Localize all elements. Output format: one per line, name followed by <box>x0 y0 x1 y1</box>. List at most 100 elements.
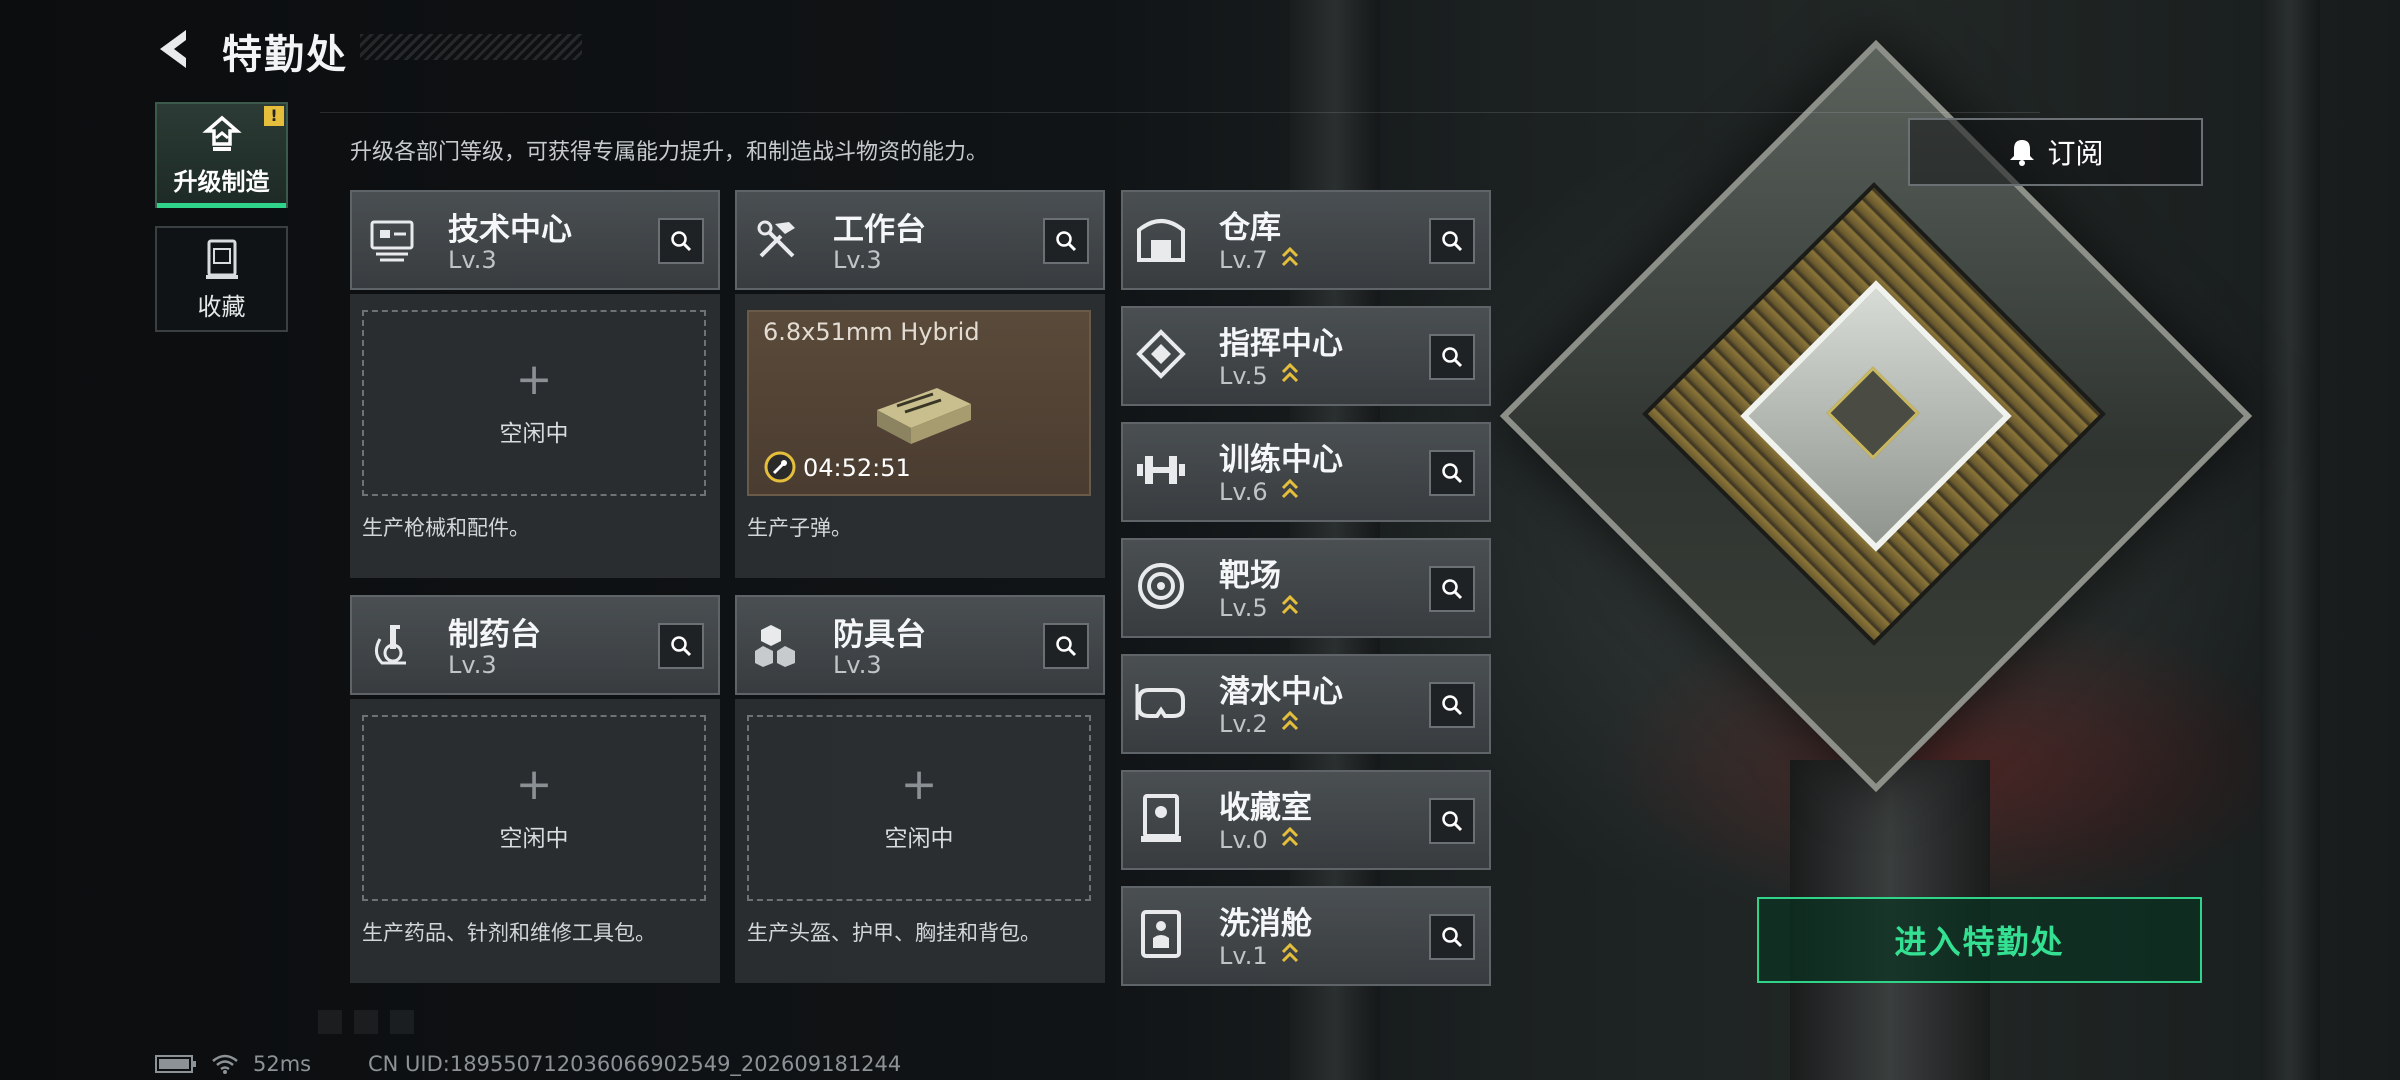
page-description: 升级各部门等级，可获得专属能力提升，和制造战斗物资的能力。 <box>350 140 989 165</box>
search-button[interactable] <box>1429 450 1475 496</box>
upgrade-chevron-icon <box>1281 942 1299 963</box>
bell-icon <box>2010 140 2035 166</box>
workshop-header-pharmacy[interactable]: 制药台 Lv.3 <box>350 595 720 695</box>
search-icon <box>671 231 692 252</box>
subscribe-button[interactable]: 订阅 <box>1908 118 2203 186</box>
corner-decoration <box>318 1010 418 1034</box>
alert-badge: ! <box>264 106 284 126</box>
plus-icon: + <box>515 354 553 405</box>
search-button[interactable] <box>1429 218 1475 264</box>
search-button[interactable] <box>1043 218 1089 264</box>
search-button[interactable] <box>1429 914 1475 960</box>
tab-collection[interactable]: 收藏 <box>155 226 288 332</box>
search-button[interactable] <box>1429 798 1475 844</box>
workshop-level: Lv.3 <box>448 246 497 274</box>
search-button[interactable] <box>658 623 704 669</box>
status-bar: 52ms <box>155 1052 311 1076</box>
search-icon <box>1056 231 1077 252</box>
search-icon <box>671 636 692 657</box>
back-button[interactable] <box>152 26 198 72</box>
battery-icon <box>155 1055 196 1073</box>
workshop-header-tech-center[interactable]: 技术中心 Lv.3 <box>350 190 720 290</box>
workshop-body-tech-center: + 空闲中 生产枪械和配件。 <box>350 294 720 578</box>
target-icon <box>1138 563 1184 609</box>
plus-icon: + <box>900 759 938 810</box>
workshop-name: 防具台 <box>833 617 926 653</box>
facility-warehouse[interactable]: 仓库 Lv.7 <box>1121 190 1491 290</box>
idle-slot[interactable]: + 空闲中 <box>747 715 1091 901</box>
workshop-header-armor-bench[interactable]: 防具台 Lv.3 <box>735 595 1105 695</box>
back-arrow-icon <box>160 30 186 68</box>
workshop-description: 生产子弹。 <box>747 516 852 540</box>
workshop-header-workbench[interactable]: 工作台 Lv.3 <box>735 190 1105 290</box>
workshop-body-pharmacy: + 空闲中 生产药品、针剂和维修工具包。 <box>350 699 720 983</box>
upgrade-chevron-icon <box>1281 362 1299 383</box>
idle-slot[interactable]: + 空闲中 <box>362 310 706 496</box>
collection-icon <box>205 239 238 279</box>
upgrade-chevron-icon <box>1281 826 1299 847</box>
tech-center-icon <box>370 220 414 262</box>
search-icon <box>1056 636 1077 657</box>
search-icon <box>1442 695 1463 716</box>
facility-shooting-range[interactable]: 靶场 Lv.5 <box>1121 538 1491 638</box>
search-icon <box>1442 927 1463 948</box>
ammo-box-icon <box>877 388 971 444</box>
wifi-icon <box>212 1054 238 1074</box>
production-slot[interactable]: 6.8x51mm Hybrid 04:52:51 <box>747 310 1091 496</box>
facility-level: Lv.2 <box>1219 710 1268 738</box>
facility-command-center[interactable]: 指挥中心 Lv.5 <box>1121 306 1491 406</box>
workshop-name: 制药台 <box>448 617 541 653</box>
facility-training-center[interactable]: 训练中心 Lv.6 <box>1121 422 1491 522</box>
tab-label: 收藏 <box>197 292 246 321</box>
search-icon <box>1442 811 1463 832</box>
facility-decon-chamber[interactable]: 洗消舱 Lv.1 <box>1121 886 1491 986</box>
title-decoration <box>360 34 582 60</box>
user-uid: CN UID:1895507120360669025​49_2026091812… <box>368 1052 902 1076</box>
background-pillar <box>2260 0 2320 1080</box>
wrench-timer-icon <box>764 451 796 483</box>
search-button[interactable] <box>1429 682 1475 728</box>
idle-status: 空闲中 <box>884 826 954 852</box>
facility-level: Lv.5 <box>1219 594 1268 622</box>
decon-chamber-icon <box>1141 910 1181 958</box>
page-title: 特勤处 <box>222 32 348 78</box>
workshop-name: 技术中心 <box>448 212 572 248</box>
workshop-name: 工作台 <box>833 212 926 248</box>
idle-status: 空闲中 <box>499 421 569 447</box>
workshop-level: Lv.3 <box>833 246 882 274</box>
facility-collection-room[interactable]: 收藏室 Lv.0 <box>1121 770 1491 870</box>
workbench-icon <box>757 220 795 258</box>
search-button[interactable] <box>1043 623 1089 669</box>
enter-special-ops-button[interactable]: 进入特勤处 <box>1757 897 2202 983</box>
search-button[interactable] <box>658 218 704 264</box>
enter-label: 进入特勤处 <box>1894 923 2065 961</box>
idle-slot[interactable]: + 空闲中 <box>362 715 706 901</box>
tab-label: 升级制造 <box>173 167 270 196</box>
facility-name: 指挥中心 <box>1219 326 1343 362</box>
search-button[interactable] <box>1429 334 1475 380</box>
workshop-body-armor-bench: + 空闲中 生产头盔、护甲、胸挂和背包。 <box>735 699 1105 983</box>
upgrade-chevron-icon <box>1281 478 1299 499</box>
search-icon <box>1442 463 1463 484</box>
search-button[interactable] <box>1429 566 1475 612</box>
facility-level: Lv.0 <box>1219 826 1268 854</box>
idle-status: 空闲中 <box>499 826 569 852</box>
plus-icon: + <box>515 759 553 810</box>
diving-mask-icon <box>1135 684 1185 720</box>
dumbbell-icon <box>1137 456 1185 484</box>
facility-diving-center[interactable]: 潜水中心 Lv.2 <box>1121 654 1491 754</box>
tab-upgrade-craft[interactable]: 升级制造 ! <box>155 102 288 208</box>
facility-level: Lv.6 <box>1219 478 1268 506</box>
workshop-description: 生产头盔、护甲、胸挂和背包。 <box>747 921 1041 945</box>
search-icon <box>1442 347 1463 368</box>
facility-name: 潜水中心 <box>1219 674 1343 710</box>
workshop-level: Lv.3 <box>448 651 497 679</box>
workshop-body-workbench: 6.8x51mm Hybrid 04:52:51 生产子弹。 <box>735 294 1105 578</box>
production-item-name: 6.8x51mm Hybrid <box>763 318 980 346</box>
facility-level: Lv.1 <box>1219 942 1268 970</box>
upgrade-chevron-icon <box>1281 246 1299 267</box>
upgrade-chevron-icon <box>1281 594 1299 615</box>
facility-name: 收藏室 <box>1219 790 1312 826</box>
collection-case-icon <box>1141 794 1181 842</box>
workshop-description: 生产枪械和配件。 <box>362 516 530 540</box>
